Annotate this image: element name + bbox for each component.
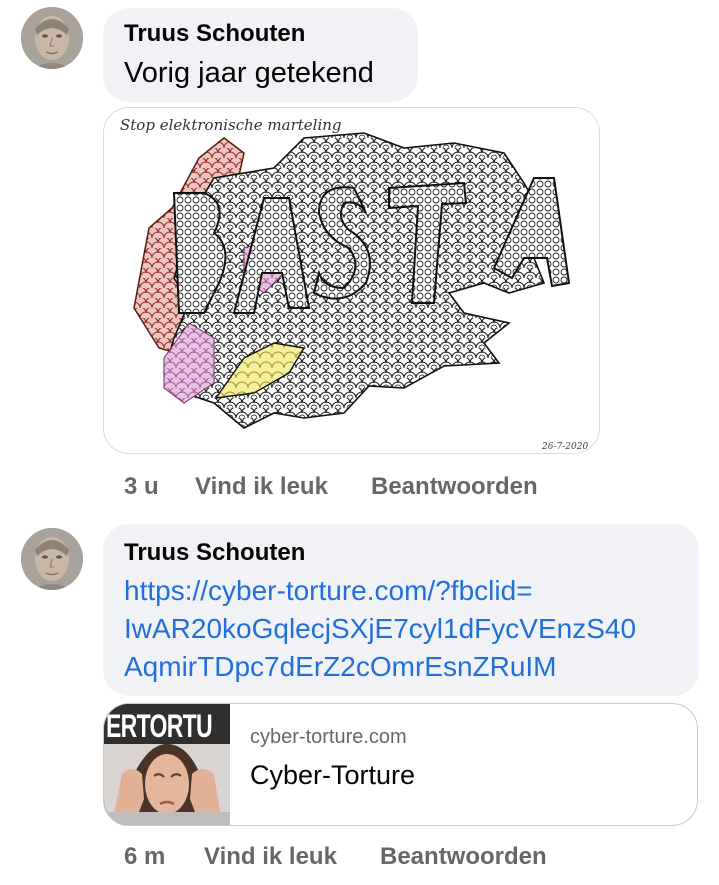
comment-bubble: Truus Schouten Vorig jaar getekend [103,8,418,102]
profile-photo-icon [21,7,83,69]
comment-image[interactable]: Stop elektronische marteling 26-7-2020 [103,107,600,454]
link-preview-title[interactable]: Cyber-Torture [250,760,415,791]
comment-text: Vorig jaar getekend [124,57,374,89]
like-button[interactable]: Vind ik leuk [204,843,337,871]
comment-time[interactable]: 6 m [124,843,165,871]
comment-time[interactable]: 3 u [124,473,159,501]
comment-link-line[interactable]: https://cyber-torture.com/?fbclid= [124,572,699,610]
comment-actions: 3 u Vind ik leuk Beantwoorden [124,473,554,503]
link-preview-thumbnail: ERTORTU [104,704,230,825]
avatar[interactable] [21,7,83,69]
like-button[interactable]: Vind ik leuk [195,473,328,501]
comment-bubble: Truus Schouten https://cyber-torture.com… [103,524,699,696]
image-caption: Stop elektronische marteling [120,116,342,134]
comment-author[interactable]: Truus Schouten [124,20,418,48]
avatar[interactable] [21,528,83,590]
reply-button[interactable]: Beantwoorden [380,843,547,871]
profile-photo-icon [21,528,83,590]
link-preview-card[interactable]: ERTORTU cyber-torture.com Cyber-Torture [103,703,698,826]
image-date: 26-7-2020 [541,442,588,452]
comment-link-line[interactable]: AqmirTDpc7dErZ2cOmrEsnZRuIM [124,648,699,686]
comment-link-line[interactable]: IwAR20koGqlecjSXjE7cyl1dFycVEnzS40 [124,610,699,648]
link-preview-domain: cyber-torture.com [250,726,407,748]
drawing-image: Stop elektronische marteling 26-7-2020 [104,108,599,453]
reply-button[interactable]: Beantwoorden [371,473,538,501]
comment-actions: 6 m Vind ik leuk Beantwoorden [124,843,564,873]
thumbnail-title-text: ERTORTU [106,708,213,744]
comment-author[interactable]: Truus Schouten [124,539,699,567]
